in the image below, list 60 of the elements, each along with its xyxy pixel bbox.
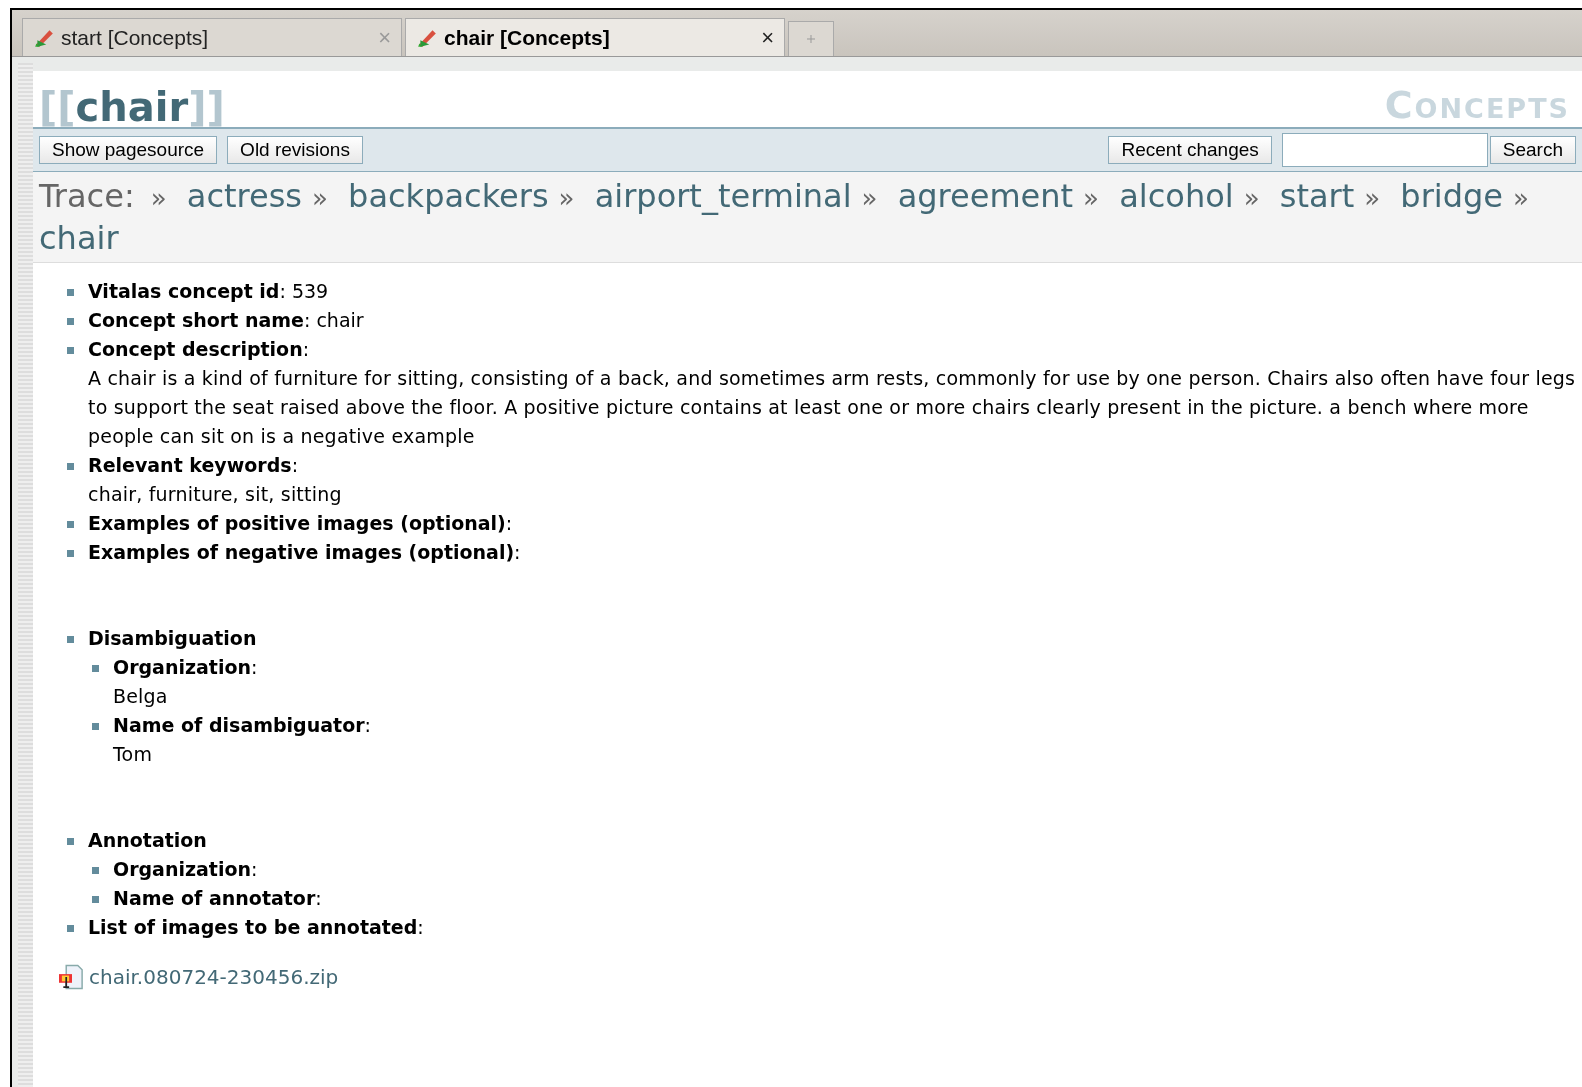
close-tab-button[interactable]: × xyxy=(761,24,774,51)
bullet-icon xyxy=(67,318,74,325)
field-value: chair, furniture, sit, sitting xyxy=(88,482,343,507)
search-button[interactable]: Search xyxy=(1489,136,1576,164)
breadcrumb-separator: » xyxy=(1083,183,1100,213)
bullet-icon xyxy=(92,723,99,730)
search-field[interactable] xyxy=(1281,133,1488,167)
breadcrumb-separator: » xyxy=(1364,183,1381,213)
plus-icon xyxy=(806,34,816,44)
field-label: Organization: xyxy=(113,858,258,880)
breadcrumb-link[interactable]: chair xyxy=(39,219,119,257)
field-label: Disambiguation xyxy=(88,627,257,649)
breadcrumb-separator: » xyxy=(150,183,167,213)
field-label: List of images to be annotated: xyxy=(88,916,424,938)
field-label: Examples of positive images (optional): xyxy=(88,512,513,534)
bullet-icon xyxy=(67,463,74,470)
field-label: Examples of negative images (optional): xyxy=(88,541,521,563)
breadcrumb-link[interactable]: bridge xyxy=(1400,177,1503,215)
breadcrumb-link[interactable]: airport_terminal xyxy=(594,177,852,215)
browser-tab[interactable]: chair [Concepts] × xyxy=(405,18,785,56)
archive-file-icon xyxy=(59,964,85,990)
field-label: Relevant keywords: xyxy=(88,454,299,476)
bullet-icon xyxy=(67,347,74,354)
breadcrumb-separator: » xyxy=(558,183,575,213)
field-label: Organization: xyxy=(113,656,258,678)
bullet-icon xyxy=(67,838,74,845)
breadcrumb-link[interactable]: agreement xyxy=(897,177,1074,215)
breadcrumb-separator: » xyxy=(1243,183,1260,213)
recent-changes-button[interactable]: Recent changes xyxy=(1108,136,1272,164)
bullet-icon xyxy=(92,867,99,874)
bullet-icon xyxy=(67,925,74,932)
bullet-icon xyxy=(67,636,74,643)
bullet-icon xyxy=(67,289,74,296)
breadcrumb-separator: » xyxy=(1513,183,1529,213)
new-tab-button[interactable] xyxy=(788,21,834,56)
field-label: Concept description: xyxy=(88,338,310,360)
field-label: Vitalas concept id: 539 xyxy=(88,280,329,302)
toolbar-button[interactable]: Old revisions xyxy=(227,136,363,164)
breadcrumb-link[interactable]: backpackers xyxy=(348,177,549,215)
breadcrumb-link[interactable]: actress xyxy=(186,177,302,215)
breadcrumb-link[interactable]: alcohol xyxy=(1119,177,1234,215)
breadcrumb-separator: » xyxy=(861,183,878,213)
bullet-icon xyxy=(92,896,99,903)
field-value: A chair is a kind of furniture for sitting, consisting of a back, and sometimes arm rests, commonly for use by one person. Chairs also often have four legs to support the seat raised above the floor. A positive picture contains at least one or more chairs clearly present in the picture. a bench where more people can sit on is a negative example xyxy=(88,366,1577,449)
bullet-icon xyxy=(67,521,74,528)
field-label: Name of disambiguator: xyxy=(113,714,371,736)
browser-tab[interactable]: start [Concepts] × xyxy=(22,18,402,56)
field-label: Name of annotator: xyxy=(113,887,322,909)
toolbar-button[interactable]: Show pagesource xyxy=(39,136,218,164)
field-label: Concept short name: chair xyxy=(88,309,364,331)
trace-label: Trace: xyxy=(39,177,135,215)
field-label: Annotation xyxy=(88,829,207,851)
field-value: Belga xyxy=(113,684,169,709)
bullet-icon xyxy=(67,550,74,557)
attachment-link[interactable]: chair.080724-230456.zip xyxy=(89,965,339,989)
page-title[interactable]: [[chair]] xyxy=(39,87,225,127)
breadcrumb-separator: » xyxy=(312,183,328,213)
field-value: Tom xyxy=(113,742,154,767)
breadcrumb-link[interactable]: start xyxy=(1279,177,1355,215)
bullet-icon xyxy=(92,665,99,672)
